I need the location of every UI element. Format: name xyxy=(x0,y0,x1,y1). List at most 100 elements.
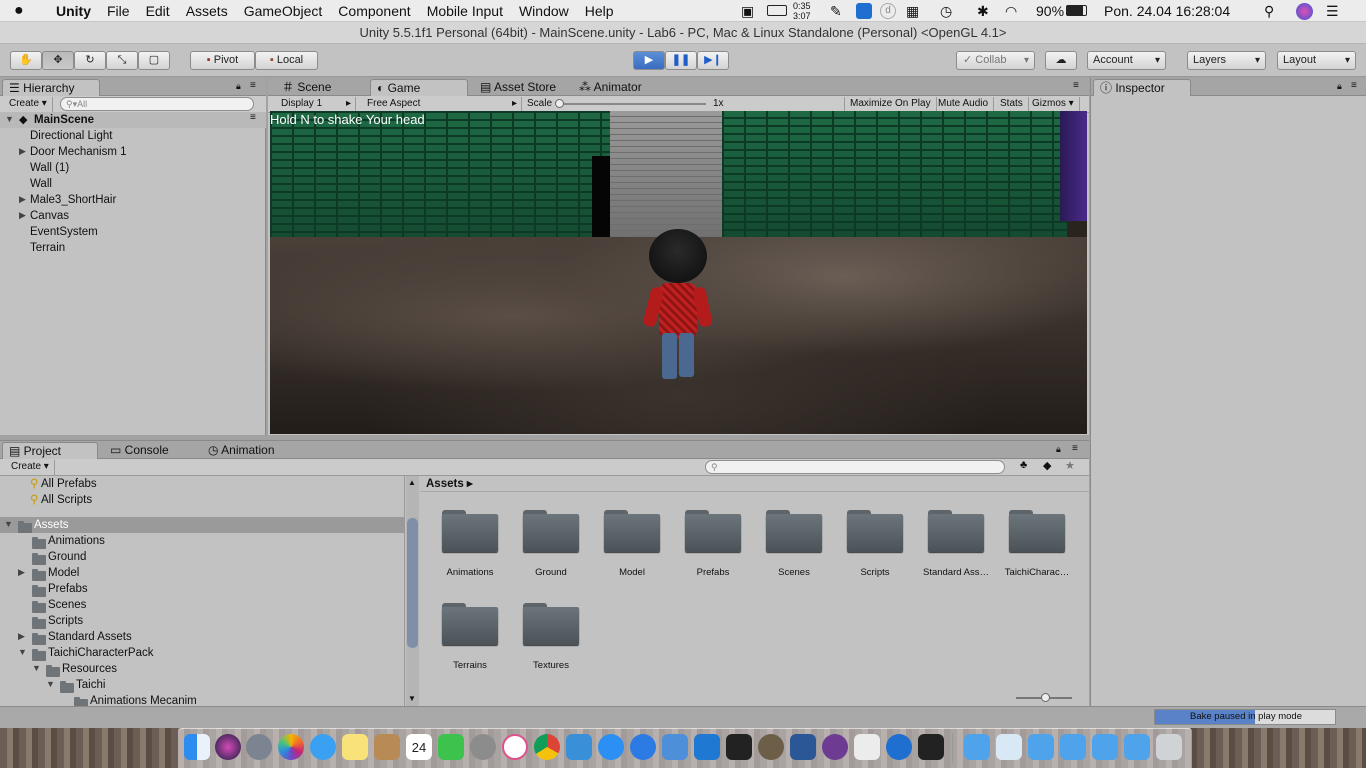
display-dropdown[interactable]: Display 1 ▸ xyxy=(276,97,356,112)
screenshot-app-icon[interactable] xyxy=(566,734,592,760)
contacts-icon[interactable] xyxy=(374,734,400,760)
app-store-icon[interactable] xyxy=(598,734,624,760)
panel-menu-icon[interactable]: ≡ xyxy=(250,80,256,91)
rotate-tool-icon[interactable]: ↻ xyxy=(74,51,106,70)
asset-folder[interactable]: Standard Ass… xyxy=(916,510,996,578)
project-tree-item[interactable]: ▼ Resources xyxy=(0,661,404,677)
lock-icon[interactable]: 🔒︎ xyxy=(1056,444,1061,455)
grid-icon[interactable]: ▦ xyxy=(906,0,919,22)
siri-icon[interactable] xyxy=(1296,3,1313,20)
project-tree-item[interactable]: Animations Mecanim xyxy=(0,693,404,707)
hierarchy-item[interactable]: Wall xyxy=(0,176,266,192)
wine-icon[interactable] xyxy=(758,734,784,760)
timer-readout[interactable]: 0:35 3:07 xyxy=(793,1,811,21)
favorite-star-icon[interactable]: ★ xyxy=(1065,459,1075,472)
chrome-icon[interactable] xyxy=(534,734,560,760)
panel-menu-icon[interactable]: ≡ xyxy=(1072,443,1078,454)
hierarchy-item[interactable]: ▶ Canvas xyxy=(0,208,266,224)
gizmos-dropdown[interactable]: Gizmos ▾ xyxy=(1027,97,1080,112)
folder-dock-icon[interactable] xyxy=(1092,734,1118,760)
spotlight-search-icon[interactable]: ⚲ xyxy=(1264,0,1274,22)
facetime-icon[interactable] xyxy=(438,734,464,760)
asset-folder[interactable]: Scenes xyxy=(754,510,834,578)
expand-arrow-icon[interactable]: ▶ xyxy=(19,210,26,221)
calendar-icon[interactable]: 24 xyxy=(406,734,432,760)
move-tool-icon[interactable]: ✥ xyxy=(42,51,74,70)
expand-arrow-icon[interactable]: ▶ xyxy=(18,631,25,642)
terminal-icon[interactable] xyxy=(726,734,752,760)
system-preferences-icon[interactable] xyxy=(470,734,496,760)
tab-animator[interactable]: ⁂ Animator xyxy=(573,79,671,96)
github-icon[interactable] xyxy=(822,734,848,760)
battery-percent[interactable]: 90% xyxy=(1036,0,1064,22)
display-icon[interactable]: ▣ xyxy=(741,0,754,22)
project-tree-item[interactable]: ▼ Taichi xyxy=(0,677,404,693)
battery-small-icon[interactable] xyxy=(767,5,787,16)
lock-icon[interactable]: 🔒︎ xyxy=(236,81,241,92)
rect-tool-icon[interactable]: ▢ xyxy=(138,51,170,70)
project-create-button[interactable]: Create ▾ xyxy=(6,460,55,475)
mute-audio-toggle[interactable]: Mute Audio xyxy=(933,97,995,112)
photos-icon[interactable] xyxy=(278,734,304,760)
project-search-input[interactable]: ⚲ xyxy=(705,460,1005,474)
local-button[interactable]: ▪ Local xyxy=(255,51,318,70)
menu-mobile-input[interactable]: Mobile Input xyxy=(419,0,511,22)
battery-icon[interactable] xyxy=(1066,5,1087,16)
menu-app-unity[interactable]: Unity xyxy=(48,0,99,22)
filter-by-type-icon[interactable]: ♣ xyxy=(1020,459,1027,471)
hierarchy-search-input[interactable]: ⚲▾All xyxy=(60,97,254,111)
tab-hierarchy[interactable]: ☰ Hierarchy xyxy=(2,79,100,96)
tab-inspector[interactable]: ⓘ Inspector xyxy=(1093,79,1191,96)
tab-scene[interactable]: ＃ Scene xyxy=(276,79,368,96)
project-tree-item[interactable]: ▶ Standard Assets xyxy=(0,629,404,645)
asset-folder[interactable]: Animations xyxy=(430,510,510,578)
scale-slider[interactable] xyxy=(555,99,706,108)
hierarchy-item[interactable]: Terrain xyxy=(0,240,266,256)
layout-dropdown[interactable]: Layout xyxy=(1277,51,1356,70)
folder-dock-icon[interactable] xyxy=(1028,734,1054,760)
collab-dropdown[interactable]: ✓ Collab xyxy=(956,51,1035,70)
project-tree-item[interactable]: Scripts xyxy=(0,613,404,629)
trash-icon[interactable] xyxy=(1156,734,1182,760)
panel-menu-icon[interactable]: ≡ xyxy=(1073,80,1079,91)
project-tree-item[interactable]: Prefabs xyxy=(0,581,404,597)
wifi-icon[interactable]: ◠ xyxy=(1005,0,1017,22)
expand-arrow-icon[interactable]: ▼ xyxy=(18,647,27,657)
tab-asset-store[interactable]: ▤ Asset Store xyxy=(474,79,570,96)
hierarchy-item[interactable]: Directional Light xyxy=(0,128,266,144)
project-tree-item[interactable]: Ground xyxy=(0,549,404,565)
launchpad-icon[interactable] xyxy=(246,734,272,760)
word-icon[interactable] xyxy=(790,734,816,760)
folder-dock-icon[interactable] xyxy=(1060,734,1086,760)
datetime[interactable]: Pon. 24.04 16:28:04 xyxy=(1104,0,1230,22)
scale-tool-icon[interactable]: ⤡ xyxy=(106,51,138,70)
scene-menu-icon[interactable]: ≡ xyxy=(250,112,256,123)
tab-project[interactable]: ▤ Project xyxy=(2,442,98,459)
expand-arrow-icon[interactable]: ▼ xyxy=(4,519,13,529)
menu-edit[interactable]: Edit xyxy=(138,0,178,22)
aspect-dropdown[interactable]: Free Aspect ▸ xyxy=(362,97,522,112)
project-tree-item[interactable]: ▶ Model xyxy=(0,565,404,581)
breadcrumb-assets[interactable]: Assets ▸ xyxy=(426,476,473,492)
account-dropdown[interactable]: Account xyxy=(1087,51,1166,70)
menu-window[interactable]: Window xyxy=(511,0,577,22)
menu-file[interactable]: File xyxy=(99,0,138,22)
scale-slider-thumb[interactable] xyxy=(555,99,564,108)
folder-dock-icon[interactable] xyxy=(964,734,990,760)
bluetooth-icon[interactable]: ✱ xyxy=(977,0,989,22)
cloud-icon[interactable]: ☁ xyxy=(1045,51,1077,70)
xcode-icon[interactable] xyxy=(662,734,688,760)
asset-folder[interactable]: Model xyxy=(592,510,672,578)
pivot-button[interactable]: ▪ Pivot xyxy=(190,51,255,70)
menu-help[interactable]: Help xyxy=(577,0,622,22)
filter-by-label-icon[interactable]: ◆ xyxy=(1043,459,1051,472)
expand-arrow-icon[interactable]: ▼ xyxy=(46,679,55,689)
project-tree-item[interactable]: Scenes xyxy=(0,597,404,613)
asset-folder[interactable]: Textures xyxy=(511,603,591,671)
safari-icon[interactable] xyxy=(630,734,656,760)
asset-folder[interactable]: Terrains xyxy=(430,603,510,671)
folder-dock-icon[interactable] xyxy=(1124,734,1150,760)
asset-folder[interactable]: Prefabs xyxy=(673,510,753,578)
lock-icon[interactable]: 🔒︎ xyxy=(1337,81,1342,92)
project-tree-item[interactable]: ▼ Assets xyxy=(0,517,404,533)
